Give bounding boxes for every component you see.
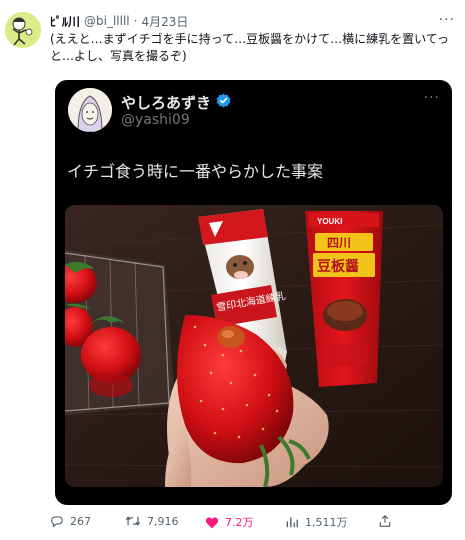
doubanjiang-label-1: 四川 [327,236,351,250]
like-button[interactable]: 7.2万 [205,514,254,530]
quoted-display-name-text: やしろあずき [121,94,212,112]
retweet-count: 7,916 [147,514,179,528]
quoted-tweet-card[interactable]: やしろあずき @yashi09 ··· イチゴ食う時に一番やらかした事案 雪印北… [55,80,452,505]
doubanjiang-label-2: 豆板醤 [317,258,359,274]
reply-count: 267 [70,514,91,528]
analytics-icon [286,517,298,528]
tweet-photo[interactable]: 雪印北海道練乳 YOUKI 四川 豆板醤 [65,205,443,487]
more-options-icon[interactable]: ··· [439,12,455,28]
reply-button[interactable]: 267 [50,514,91,528]
retweet-button[interactable]: 7,916 [125,514,179,528]
verified-badge-icon [216,93,231,112]
share-icon [379,514,391,527]
tweet-header: ﾋﾟﾙ川 @bi_lllll · 4月23日 ··· [50,12,455,30]
doubanjiang-brand: YOUKI [317,217,342,226]
quoted-display-name[interactable]: やしろあずき [121,92,231,113]
tweet-actions: 267 7,916 7.2万 1,511万 [50,514,460,534]
avatar[interactable] [5,12,41,48]
timestamp[interactable]: 4月23日 [141,13,188,30]
heart-icon [205,516,219,528]
reply-icon [51,516,63,528]
retweet-icon [125,516,141,526]
quoted-handle[interactable]: @yashi09 [121,112,190,128]
share-button[interactable] [378,514,392,528]
display-name[interactable]: ﾋﾟﾙ川 [50,13,80,30]
quoted-tweet-text: イチゴ食う時に一番やらかした事案 [67,162,324,181]
like-count: 7.2万 [225,516,254,529]
view-count: 1,511万 [305,516,348,529]
strawberry-basket-icon [65,250,175,415]
views-button[interactable]: 1,511万 [285,514,348,530]
quoted-more-options-icon[interactable]: ··· [424,90,440,106]
separator: · [133,14,138,28]
user-handle[interactable]: @bi_lllll [84,14,130,28]
quoted-avatar[interactable] [68,88,112,132]
tweet[interactable]: ﾋﾟﾙ川 @bi_lllll · 4月23日 ··· (ええと…まずイチゴを手に… [0,0,465,540]
tweet-text: (ええと…まずイチゴを手に持って…豆板醤をかけて…横に練乳を置いてっと…よし、写… [50,32,450,63]
